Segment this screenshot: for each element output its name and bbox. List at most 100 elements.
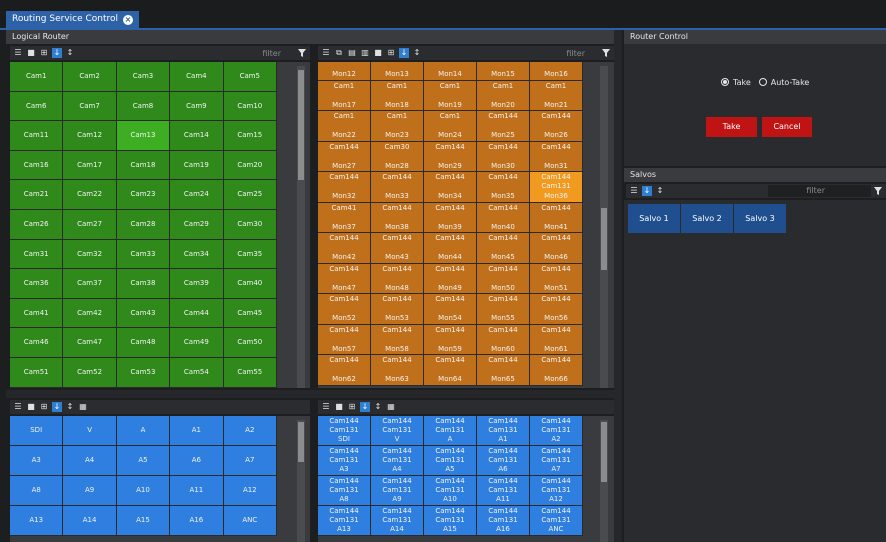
audio-source-tile[interactable]: A15 [116,506,171,536]
destination-tile[interactable]: Cam144 Mon49 [424,263,477,294]
source-tile[interactable]: Cam23 [116,180,171,210]
audio-source-tile[interactable]: A2 [223,416,277,446]
source-tile[interactable]: Cam36 [10,269,64,299]
filter-icon[interactable] [874,187,882,195]
destination-tile[interactable]: Cam144 Mon60 [477,324,530,355]
audio-destination-tile[interactable]: Cam144 Cam131 A14 [371,506,424,536]
lock-icon[interactable]: ▤ [347,48,357,58]
destination-tile[interactable]: Cam144 Mon51 [530,263,583,294]
scrollbar-thumb[interactable] [298,70,304,180]
small-grid-icon[interactable]: ⊞ [347,402,357,412]
destination-tile[interactable]: Cam1 Mon17 [318,80,371,111]
destination-tile[interactable]: Cam3Mon12 [318,62,371,81]
audio-source-tile[interactable]: ANC [223,506,277,536]
destination-tile[interactable]: Cam144 Mon57 [318,324,371,355]
audio-source-tile[interactable]: A1 [170,416,224,446]
destination-tile[interactable]: Cam144 Mon27 [318,141,371,172]
destination-tile[interactable]: Cam144 Mon52 [318,294,371,325]
source-tile[interactable]: Cam22 [63,180,117,210]
destination-tile[interactable]: Cam144 Mon62 [318,355,371,386]
horizontal-splitter[interactable] [6,390,614,398]
source-tile[interactable]: Cam39 [170,269,224,299]
audio-source-tile[interactable]: A10 [116,476,171,506]
list-view-icon[interactable]: ☰ [321,402,331,412]
source-tile[interactable]: Cam10 [223,91,277,122]
destinations-filter-input[interactable]: filter [425,49,599,58]
audio-source-tile[interactable]: A13 [10,506,64,536]
audio-source-tile[interactable]: A9 [63,476,117,506]
audio-destination-tile[interactable]: Cam144 Cam131 A1 [477,416,530,446]
destination-tile[interactable]: Cam144 Mon38 [371,202,424,233]
filter-icon[interactable] [298,49,306,57]
source-tile[interactable]: Cam43 [116,298,171,329]
source-tile[interactable]: Cam55 [223,358,277,388]
destination-tile[interactable]: Cam144 Mon61 [530,324,583,355]
salvo-tile[interactable]: Salvo 3 [734,204,786,233]
audio-source-tile[interactable]: A5 [116,446,171,476]
source-tile[interactable]: Cam49 [170,328,224,358]
destination-tile[interactable]: Cam1 Mon21 [530,80,583,111]
destination-tile[interactable]: Cam1 Mon23 [371,111,424,142]
destination-tile[interactable]: Cam1 Mon18 [371,80,424,111]
salvo-tile[interactable]: Salvo 1 [628,204,680,233]
destination-tile[interactable]: Cam1 Mon22 [318,111,371,142]
destination-tile[interactable]: Cam1 Mon24 [424,111,477,142]
audio-source-tile[interactable]: A3 [10,446,64,476]
scrollbar-thumb[interactable] [601,208,607,270]
source-tile[interactable]: Cam41 [10,298,64,329]
source-tile[interactable]: Cam27 [63,210,117,240]
vertical-splitter[interactable] [614,30,622,542]
audio-destination-tile[interactable]: Cam144 Cam131 A16 [477,506,530,536]
small-grid-icon[interactable]: ⊞ [386,48,396,58]
source-tile[interactable]: Cam29 [170,210,224,240]
source-tile[interactable]: Cam32 [63,239,117,270]
source-tile[interactable]: Cam16 [10,150,64,181]
audio-source-tile[interactable]: V [63,416,117,446]
source-tile[interactable]: Cam37 [63,269,117,299]
close-icon[interactable]: × [123,14,134,25]
audio-source-tile[interactable]: SDI [10,416,64,446]
sort-ascending-icon[interactable]: ↓ [642,186,652,196]
audio-destination-tile[interactable]: Cam144 Cam131 A13 [318,506,371,536]
source-tile[interactable]: Cam25 [223,180,277,210]
source-tile[interactable]: Cam51 [10,358,64,388]
destination-tile[interactable]: Cam144 Mon54 [424,294,477,325]
small-grid-icon[interactable]: ⊞ [39,402,49,412]
audio-destination-tile[interactable]: Cam144 Cam131 A8 [318,476,371,506]
sort-descending-icon[interactable]: ↕ [65,48,75,58]
audio-destination-tile[interactable]: Cam144 Cam131 A7 [530,446,583,476]
destination-tile[interactable]: Cam144 Mon43 [371,233,424,264]
source-tile[interactable]: Cam12 [63,121,117,151]
destination-tile[interactable]: Cam144 Mon41 [530,202,583,233]
source-tile[interactable]: Cam50 [223,328,277,358]
scrollbar-thumb[interactable] [601,422,607,482]
audio-destination-tile[interactable]: Cam144 Cam131 A2 [530,416,583,446]
destination-tile[interactable]: Cam144 Mon45 [477,233,530,264]
audio-destination-tile[interactable]: Cam144 Cam131 A6 [477,446,530,476]
destination-tile[interactable]: Cam41 Mon37 [318,202,371,233]
destination-tile[interactable]: Cam144 Mon55 [477,294,530,325]
source-tile[interactable]: Cam35 [223,239,277,270]
cancel-button[interactable]: Cancel [762,117,812,137]
destination-tile[interactable]: Cam144 Mon35 [477,172,530,203]
source-tile[interactable]: Cam6 [10,91,64,122]
sources-scrollbar[interactable] [297,66,305,388]
tab-routing-service-control[interactable]: Routing Service Control × [6,11,140,28]
audio-destination-tile[interactable]: Cam144 Cam131 A5 [424,446,477,476]
audio-source-tile[interactable]: A14 [63,506,117,536]
source-tile[interactable]: Cam19 [170,150,224,181]
destination-tile[interactable]: Cam7Mon16 [530,62,583,81]
source-tile[interactable]: Cam8 [116,91,171,122]
source-tile[interactable]: Cam20 [223,150,277,181]
destination-tile[interactable]: Cam144 Mon59 [424,324,477,355]
source-tile[interactable]: Cam28 [116,210,171,240]
audio-source-tile[interactable]: A6 [170,446,224,476]
source-tile[interactable]: Cam9 [170,91,224,122]
copy-icon[interactable]: ⧉ [334,48,344,58]
destination-tile[interactable]: Cam144 Mon30 [477,141,530,172]
large-grid-icon[interactable]: ■ [373,48,383,58]
sort-ascending-icon[interactable]: ↓ [399,48,409,58]
source-tile[interactable]: Cam38 [116,269,171,299]
destination-tile[interactable]: Cam5Mon14 [424,62,477,81]
audio-destination-tile[interactable]: Cam144 Cam131 A [424,416,477,446]
